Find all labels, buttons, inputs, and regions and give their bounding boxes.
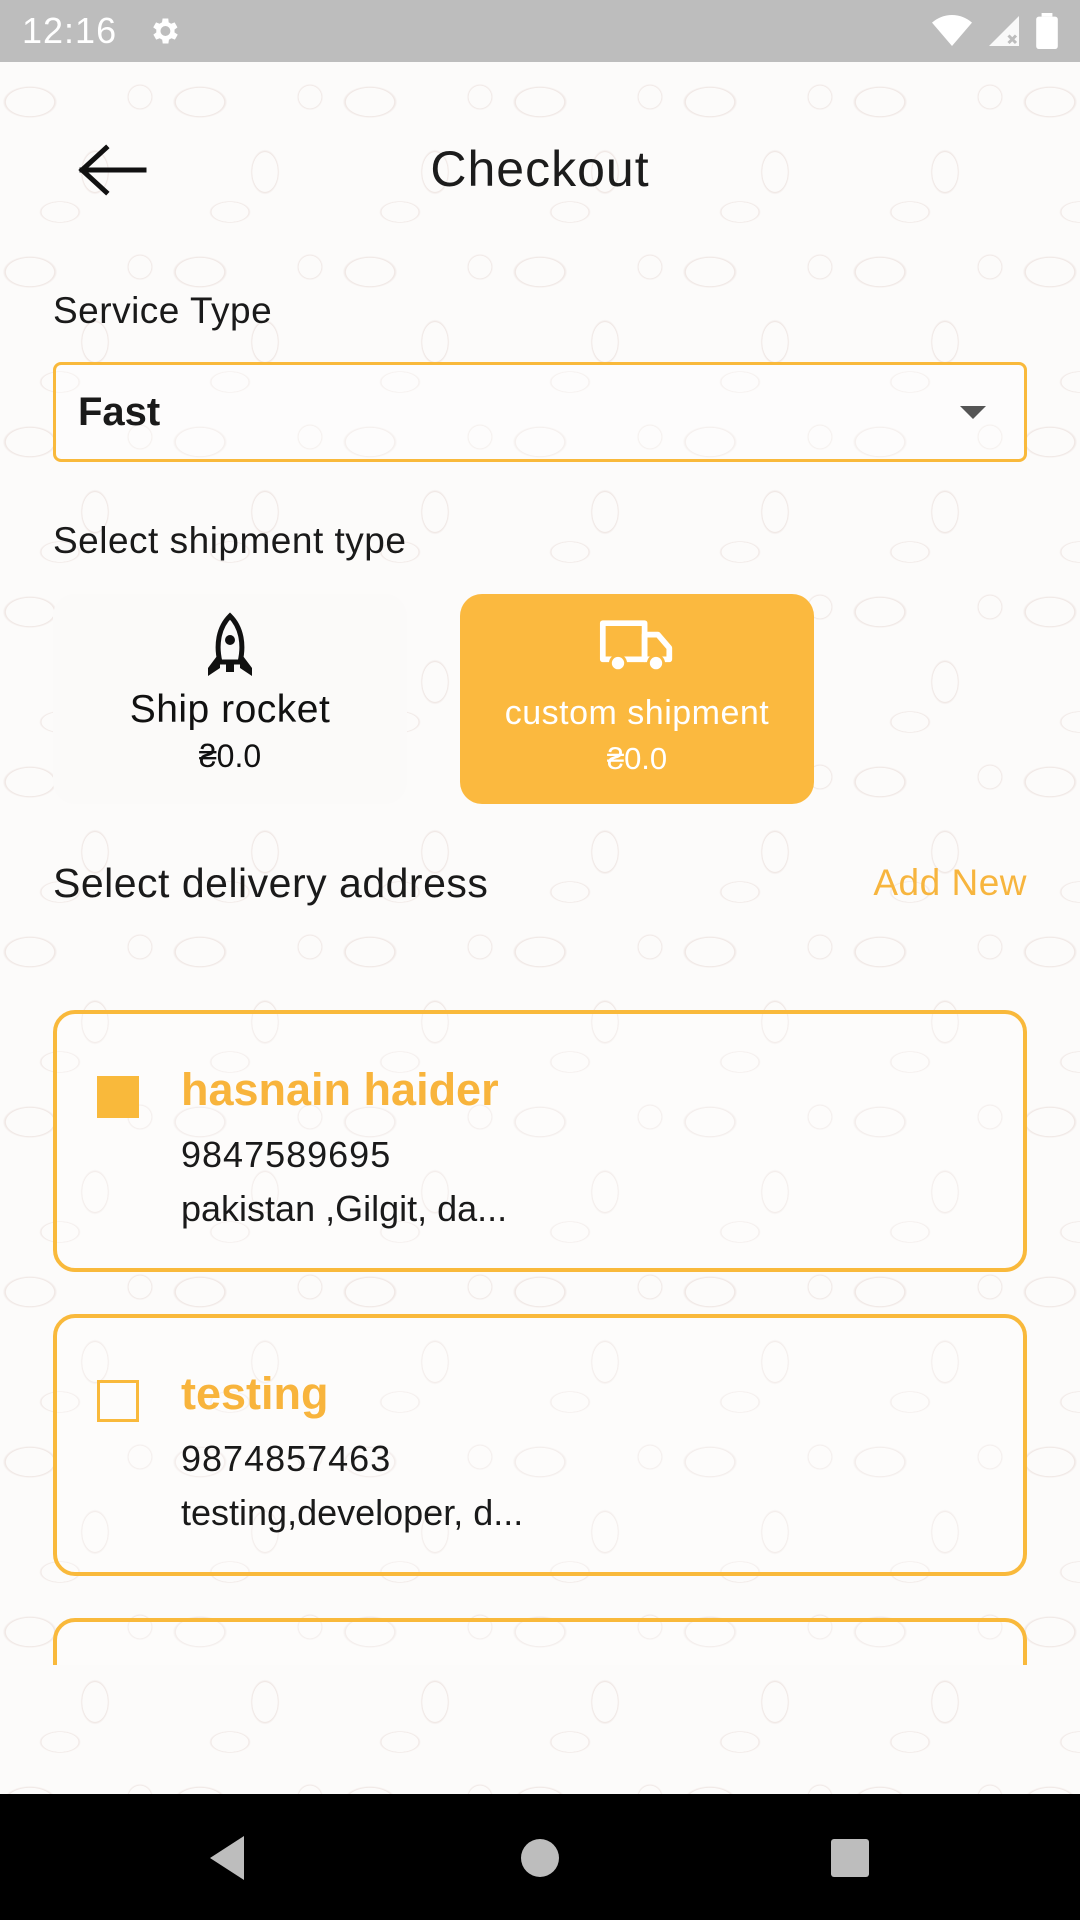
delivery-address-label: Select delivery address xyxy=(53,860,489,906)
shipment-price: ₴0.0 xyxy=(606,741,668,776)
wifi-icon xyxy=(932,15,972,46)
nav-back-icon[interactable] xyxy=(200,1830,256,1886)
caret-down-icon xyxy=(960,405,986,419)
nav-recent-icon[interactable] xyxy=(822,1830,878,1886)
shipment-option-ship-rocket[interactable]: Ship rocket ₴0.0 xyxy=(53,594,407,804)
shipment-price: ₴0.0 xyxy=(198,738,262,774)
service-type-label: Service Type xyxy=(53,290,273,331)
address-name: hasnain haider xyxy=(181,1064,499,1115)
signal-icon xyxy=(989,16,1019,46)
service-type-dropdown[interactable]: Fast xyxy=(53,362,1027,462)
app-header: Checkout xyxy=(0,120,1080,220)
gear-icon xyxy=(153,18,178,44)
address-card[interactable] xyxy=(53,1618,1027,1665)
system-nav-bar xyxy=(0,1794,1080,1920)
address-checkbox[interactable] xyxy=(97,1380,139,1422)
shipment-option-custom[interactable]: custom shipment ₴0.0 xyxy=(460,594,814,804)
status-time: 12:16 xyxy=(22,10,118,51)
address-phone: 9847589695 xyxy=(181,1134,392,1175)
address-line: testing,developer, d... xyxy=(181,1492,524,1533)
address-card[interactable]: hasnain haider 9847589695 pakistan ,Gilg… xyxy=(53,1010,1027,1272)
status-icons xyxy=(932,13,1058,49)
nav-home-icon[interactable] xyxy=(512,1830,568,1886)
shipment-type-label: Select shipment type xyxy=(53,520,407,561)
shipment-name: Ship rocket xyxy=(129,688,331,731)
address-list[interactable]: hasnain haider 9847589695 pakistan ,Gilg… xyxy=(53,1010,1027,1665)
address-name: testing xyxy=(181,1368,329,1419)
address-checkbox[interactable] xyxy=(97,1076,139,1118)
status-bar: 12:16 xyxy=(0,0,1080,62)
page-title: Checkout xyxy=(430,141,650,197)
truck-icon xyxy=(599,620,673,673)
address-card[interactable]: testing 9874857463 testing,developer, d.… xyxy=(53,1314,1027,1576)
address-phone: 9874857463 xyxy=(181,1438,392,1479)
add-new-address-link[interactable]: Add New xyxy=(873,862,1027,904)
battery-icon xyxy=(1036,13,1058,49)
shipment-name: custom shipment xyxy=(504,694,770,732)
address-line: pakistan ,Gilgit, da... xyxy=(181,1188,508,1229)
service-type-value: Fast xyxy=(78,389,161,434)
rocket-icon xyxy=(208,612,252,676)
